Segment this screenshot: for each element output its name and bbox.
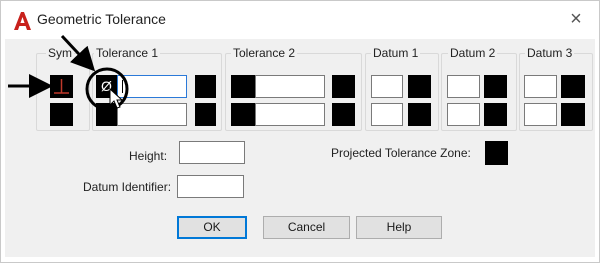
datum2-value-field-2[interactable]	[447, 103, 480, 126]
cancel-button[interactable]: Cancel	[263, 216, 350, 239]
datum3-modifier-swatch-1[interactable]	[561, 75, 585, 98]
datum1-modifier-swatch-2[interactable]	[408, 103, 431, 126]
datum3-modifier-swatch-2[interactable]	[561, 103, 585, 126]
datum2-modifier-swatch-2[interactable]	[484, 103, 507, 126]
projected-tolerance-zone-swatch[interactable]	[485, 141, 508, 165]
tolerance1-group-label: Tolerance 1	[94, 46, 161, 60]
dialog-body: Sym Tolerance 1 Ø Tolerance 2 Datum 1 Da…	[5, 39, 595, 257]
title-bar[interactable]: Geometric Tolerance ×	[1, 1, 599, 39]
datum-identifier-label: Datum Identifier:	[83, 180, 172, 194]
text-cursor	[122, 80, 123, 93]
datum3-group-label: Datum 3	[525, 46, 575, 60]
tolerance2-diameter-swatch-1[interactable]	[231, 75, 255, 98]
datum3-value-field-1[interactable]	[524, 75, 557, 98]
tolerance2-modifier-swatch-1[interactable]	[332, 75, 355, 98]
sym-group-label: Sym	[46, 46, 74, 60]
tolerance1-value-field-2[interactable]	[117, 103, 187, 126]
help-button[interactable]: Help	[356, 216, 442, 239]
projected-tolerance-zone-label: Projected Tolerance Zone:	[331, 146, 471, 160]
autocad-a-icon	[14, 12, 31, 30]
tolerance1-modifier-swatch-2[interactable]	[195, 103, 216, 126]
geometric-tolerance-dialog: Geometric Tolerance × Sym Tolerance 1 Ø …	[0, 0, 600, 263]
tolerance2-value-field-2[interactable]	[255, 103, 325, 126]
datum1-group-label: Datum 1	[371, 46, 421, 60]
height-field[interactable]	[179, 141, 245, 164]
close-button[interactable]: ×	[565, 7, 587, 31]
ok-button[interactable]: OK	[177, 216, 247, 239]
sym-swatch-2[interactable]	[50, 103, 73, 126]
tolerance2-modifier-swatch-2[interactable]	[332, 103, 355, 126]
diameter-icon: Ø	[101, 78, 112, 94]
datum1-value-field-2[interactable]	[371, 103, 403, 126]
datum-identifier-field[interactable]	[177, 175, 244, 198]
tolerance1-diameter-swatch[interactable]: Ø	[96, 75, 117, 98]
sym-swatch-1[interactable]	[50, 75, 73, 98]
perpendicularity-icon	[54, 79, 69, 94]
datum3-value-field-2[interactable]	[524, 103, 557, 126]
tolerance1-diameter-swatch-2[interactable]	[96, 103, 117, 126]
tolerance2-group-label: Tolerance 2	[231, 46, 298, 60]
tolerance2-diameter-swatch-2[interactable]	[231, 103, 255, 126]
datum1-modifier-swatch-1[interactable]	[408, 75, 431, 98]
datum2-group-label: Datum 2	[448, 46, 498, 60]
datum2-modifier-swatch-1[interactable]	[484, 75, 507, 98]
tolerance1-modifier-swatch-1[interactable]	[195, 75, 216, 98]
tolerance1-value-field-1[interactable]	[117, 75, 187, 98]
height-label: Height:	[129, 149, 168, 163]
datum1-value-field-1[interactable]	[371, 75, 403, 98]
dialog-title: Geometric Tolerance	[37, 11, 166, 27]
datum2-value-field-1[interactable]	[447, 75, 480, 98]
tolerance2-value-field-1[interactable]	[255, 75, 325, 98]
